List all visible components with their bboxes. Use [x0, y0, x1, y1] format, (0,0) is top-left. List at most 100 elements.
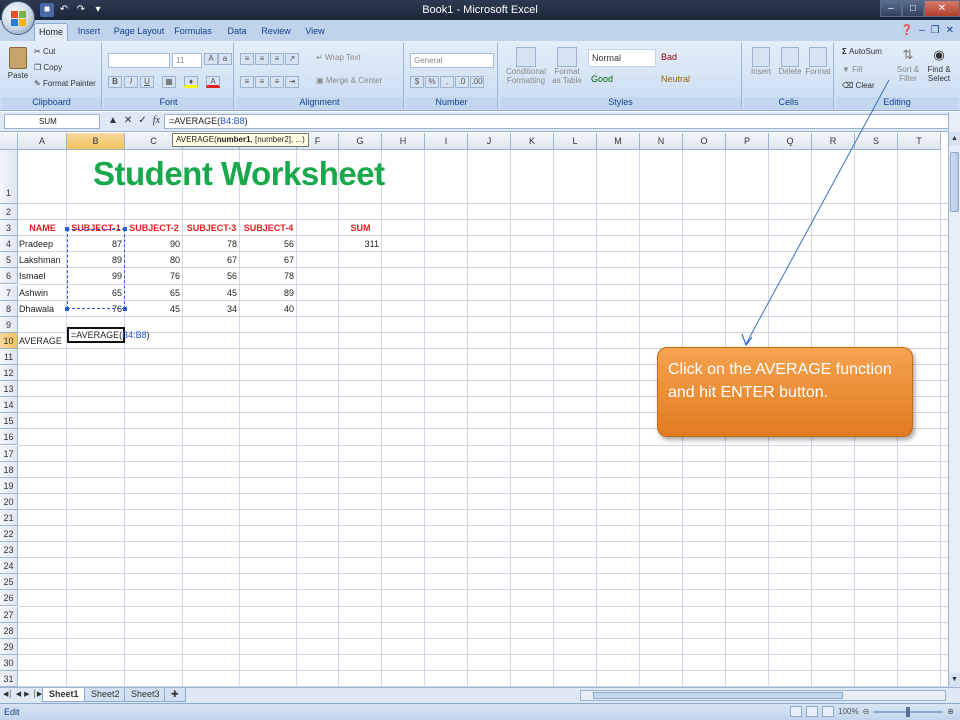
- active-cell-b10[interactable]: =AVERAGE(B4:B8): [67, 327, 150, 343]
- sum-header-cell[interactable]: SUM: [340, 220, 381, 236]
- row-header-8[interactable]: 8: [0, 300, 18, 317]
- column-header-p[interactable]: P: [726, 133, 769, 150]
- page-layout-view-icon[interactable]: [806, 706, 819, 717]
- row-header-6[interactable]: 6: [0, 268, 18, 285]
- minimize-button[interactable]: –: [880, 0, 902, 17]
- sheet-tab-sheet3[interactable]: Sheet3: [124, 688, 167, 702]
- column-header-r[interactable]: R: [812, 133, 855, 150]
- header-cell[interactable]: SUBJECT-4: [241, 220, 296, 236]
- font-color-button[interactable]: A: [206, 76, 221, 88]
- copy-button[interactable]: ❐ Copy: [34, 63, 62, 72]
- delete-cells-button[interactable]: Delete: [776, 47, 804, 76]
- zoom-level[interactable]: 100%: [838, 707, 858, 716]
- align-top-buttons[interactable]: ≡ ≡ ≡ ↗: [240, 53, 300, 65]
- score-cell[interactable]: 76: [126, 268, 182, 284]
- range-handle-topleft[interactable]: [65, 227, 69, 231]
- score-cell[interactable]: 67: [184, 252, 239, 268]
- column-header-h[interactable]: H: [382, 133, 425, 150]
- tab-data[interactable]: Data: [222, 23, 252, 41]
- cancel-icon[interactable]: ✕: [124, 115, 132, 126]
- score-cell[interactable]: 40: [241, 301, 296, 317]
- tab-formulas[interactable]: Formulas: [172, 23, 214, 41]
- prev-sheet-icon[interactable]: ◀: [16, 690, 21, 698]
- range-handle-bottomleft[interactable]: [65, 307, 69, 311]
- column-header-t[interactable]: T: [898, 133, 941, 150]
- score-cell[interactable]: 67: [241, 252, 296, 268]
- score-cell[interactable]: 45: [126, 301, 182, 317]
- vertical-scrollbar[interactable]: ▲ ▼: [948, 112, 960, 687]
- italic-button[interactable]: I: [124, 76, 139, 88]
- expand-icon[interactable]: ▲: [108, 115, 118, 126]
- tab-home[interactable]: Home: [34, 23, 68, 41]
- horizontal-scroll-thumb[interactable]: [593, 692, 843, 699]
- column-header-j[interactable]: J: [468, 133, 511, 150]
- student-name-cell[interactable]: Dhawala: [19, 301, 66, 317]
- score-cell[interactable]: 34: [184, 301, 239, 317]
- conditional-formatting-button[interactable]: Conditional Formatting: [504, 47, 548, 85]
- score-cell[interactable]: 80: [126, 252, 182, 268]
- select-all-corner[interactable]: [0, 133, 18, 150]
- tab-view[interactable]: View: [300, 23, 330, 41]
- student-name-cell[interactable]: Pradeep: [19, 236, 66, 252]
- row-header-28[interactable]: 28: [0, 622, 18, 639]
- horizontal-scrollbar[interactable]: [580, 690, 946, 701]
- row-header-23[interactable]: 23: [0, 542, 18, 559]
- style-normal[interactable]: Normal: [588, 49, 656, 67]
- ribbon-minimize-icon[interactable]: –: [919, 25, 925, 36]
- office-button[interactable]: [1, 1, 35, 35]
- tab-insert[interactable]: Insert: [72, 23, 106, 41]
- paste-button[interactable]: Paste: [7, 47, 29, 87]
- number-format-buttons[interactable]: $%, .0.00: [410, 76, 485, 88]
- formula-input[interactable]: =AVERAGE(B4:B8): [164, 114, 950, 129]
- row-header-31[interactable]: 31: [0, 670, 18, 687]
- score-cell[interactable]: 65: [126, 285, 182, 301]
- score-cell[interactable]: 56: [241, 236, 296, 252]
- row-header-9[interactable]: 9: [0, 316, 18, 333]
- row-header-21[interactable]: 21: [0, 509, 18, 526]
- column-header-a[interactable]: A: [18, 133, 67, 150]
- score-cell[interactable]: 56: [184, 268, 239, 284]
- row-header-24[interactable]: 24: [0, 558, 18, 575]
- horizontal-align-buttons[interactable]: ≡ ≡ ≡ ⇥: [240, 76, 300, 88]
- sum-value-cell[interactable]: 311: [340, 236, 381, 252]
- column-header-n[interactable]: N: [640, 133, 683, 150]
- score-cell[interactable]: 90: [126, 236, 182, 252]
- zoom-out-icon[interactable]: ⊖: [863, 707, 870, 716]
- workbook-close-icon[interactable]: ✕: [946, 25, 954, 36]
- column-header-i[interactable]: I: [425, 133, 468, 150]
- row-header-3[interactable]: 3: [0, 220, 18, 237]
- sheet-tab-sheet1[interactable]: Sheet1: [42, 688, 86, 702]
- tab-review[interactable]: Review: [258, 23, 294, 41]
- row-header-19[interactable]: 19: [0, 477, 18, 494]
- score-cell[interactable]: 45: [184, 285, 239, 301]
- column-header-g[interactable]: G: [339, 133, 382, 150]
- find-select-button[interactable]: ◉ Find & Select: [924, 47, 954, 83]
- row-header-22[interactable]: 22: [0, 526, 18, 543]
- column-header-o[interactable]: O: [683, 133, 726, 150]
- format-painter-button[interactable]: ✎ Format Painter: [34, 79, 96, 88]
- maximize-button[interactable]: □: [902, 0, 924, 17]
- row-header-18[interactable]: 18: [0, 461, 18, 478]
- close-button[interactable]: ✕: [924, 0, 960, 17]
- shrink-font-button[interactable]: a: [218, 53, 233, 65]
- autosum-button[interactable]: Σ AutoSum: [842, 47, 882, 56]
- number-format-box[interactable]: General: [410, 53, 494, 68]
- row-header-14[interactable]: 14: [0, 397, 18, 414]
- column-header-l[interactable]: L: [554, 133, 597, 150]
- style-neutral[interactable]: Neutral: [658, 71, 726, 89]
- underline-button[interactable]: U: [140, 76, 155, 88]
- name-box[interactable]: SUM: [4, 114, 100, 129]
- average-label-cell[interactable]: AVERAGE: [19, 333, 66, 349]
- row-header-7[interactable]: 7: [0, 284, 18, 301]
- borders-button[interactable]: ▦: [162, 76, 177, 88]
- row-header-13[interactable]: 13: [0, 381, 18, 398]
- style-bad[interactable]: Bad: [658, 49, 726, 67]
- help-icon[interactable]: ❓: [901, 25, 913, 36]
- column-header-b[interactable]: B: [67, 133, 125, 150]
- vertical-scroll-thumb[interactable]: [950, 152, 959, 212]
- row-header-4[interactable]: 4: [0, 236, 18, 253]
- page-break-view-icon[interactable]: [822, 706, 835, 717]
- style-good[interactable]: Good: [588, 71, 656, 89]
- zoom-in-icon[interactable]: ⊕: [947, 707, 954, 716]
- range-handle-bottomright[interactable]: [123, 307, 127, 311]
